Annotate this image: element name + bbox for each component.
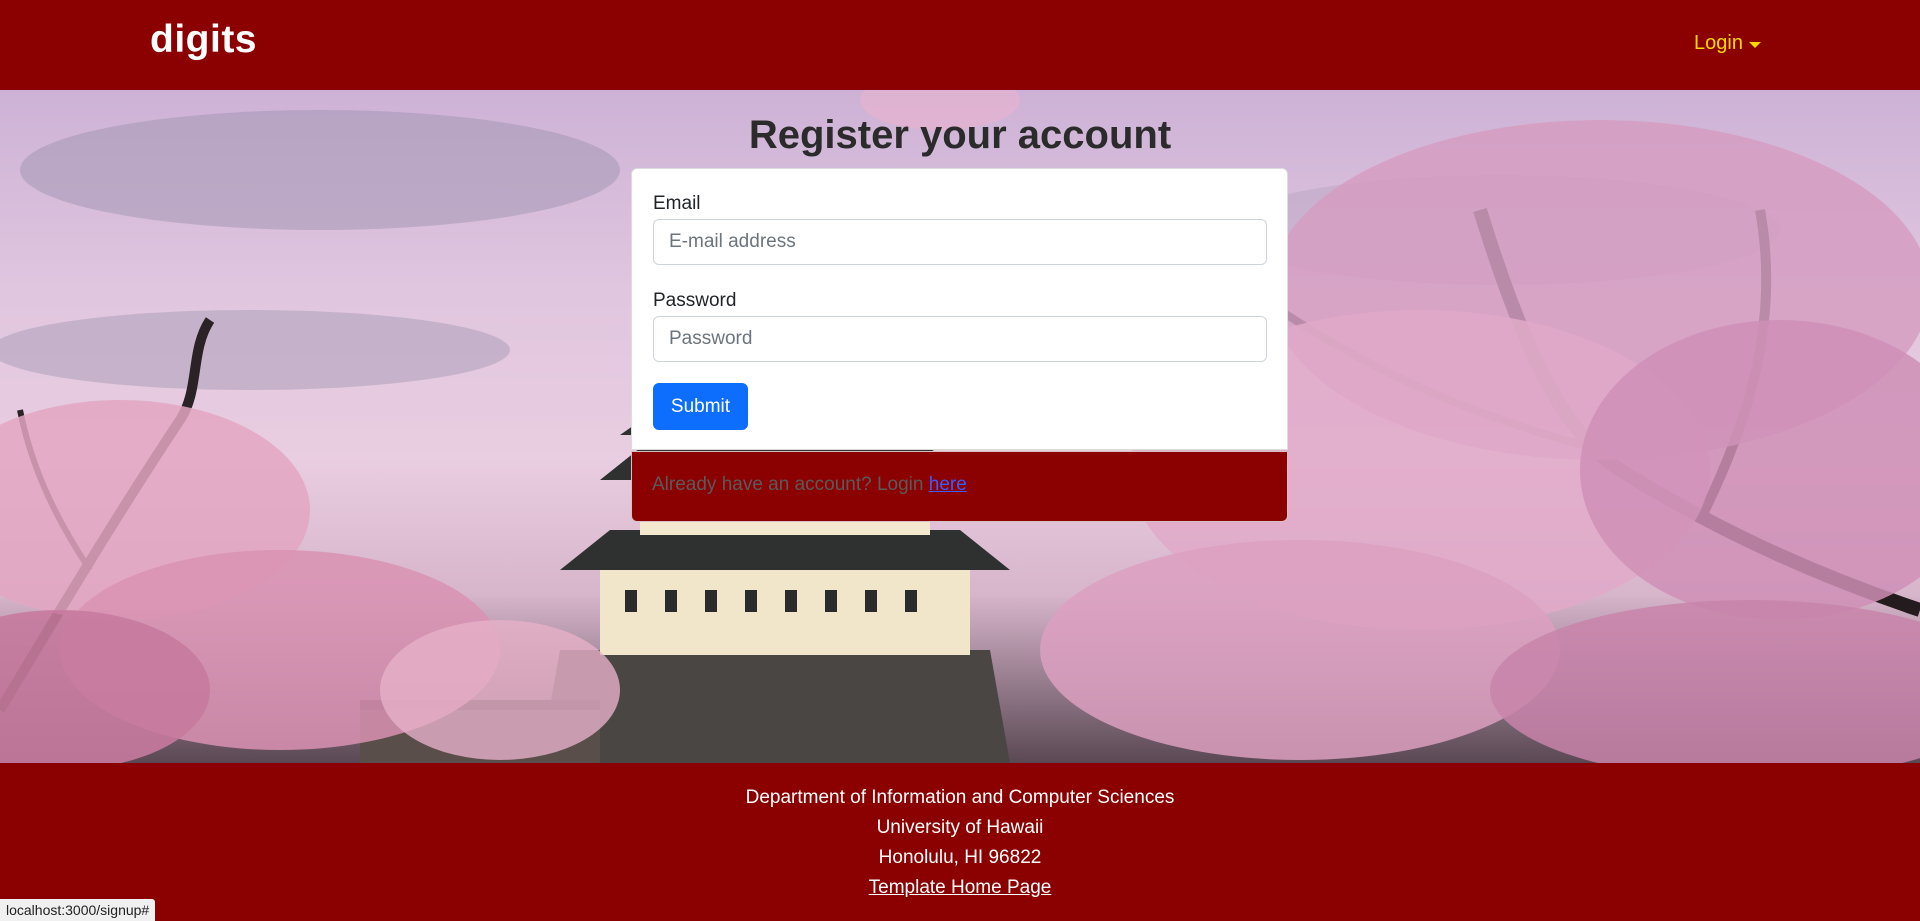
footer-location: Honolulu, HI 96822 <box>878 847 1042 868</box>
footer-university: University of Hawaii <box>876 817 1044 838</box>
login-dropdown-label: Login <box>1694 32 1743 54</box>
login-prompt-text: Already have an account? Login <box>652 474 924 495</box>
password-label: Password <box>653 290 737 311</box>
email-label: Email <box>653 193 701 214</box>
page-title: Register your account <box>748 113 1172 157</box>
caret-down-icon <box>1748 41 1761 48</box>
email-input[interactable] <box>653 219 1267 265</box>
password-input[interactable] <box>653 316 1267 362</box>
status-bar-url: localhost:3000/signup# <box>0 899 156 921</box>
register-form: Email Password Submit <box>631 168 1288 450</box>
footer: Department of Information and Computer S… <box>0 763 1920 921</box>
submit-button[interactable]: Submit <box>653 383 748 430</box>
brand-logo-link[interactable]: digits <box>150 18 257 62</box>
login-here-link[interactable]: here <box>929 474 967 495</box>
template-home-link[interactable]: Template Home Page <box>869 877 1052 898</box>
login-prompt: Already have an account? Login here <box>631 451 1288 522</box>
navbar: digits Login <box>0 0 1920 90</box>
footer-department: Department of Information and Computer S… <box>745 787 1175 808</box>
login-dropdown-toggle[interactable]: Login <box>1694 32 1761 55</box>
